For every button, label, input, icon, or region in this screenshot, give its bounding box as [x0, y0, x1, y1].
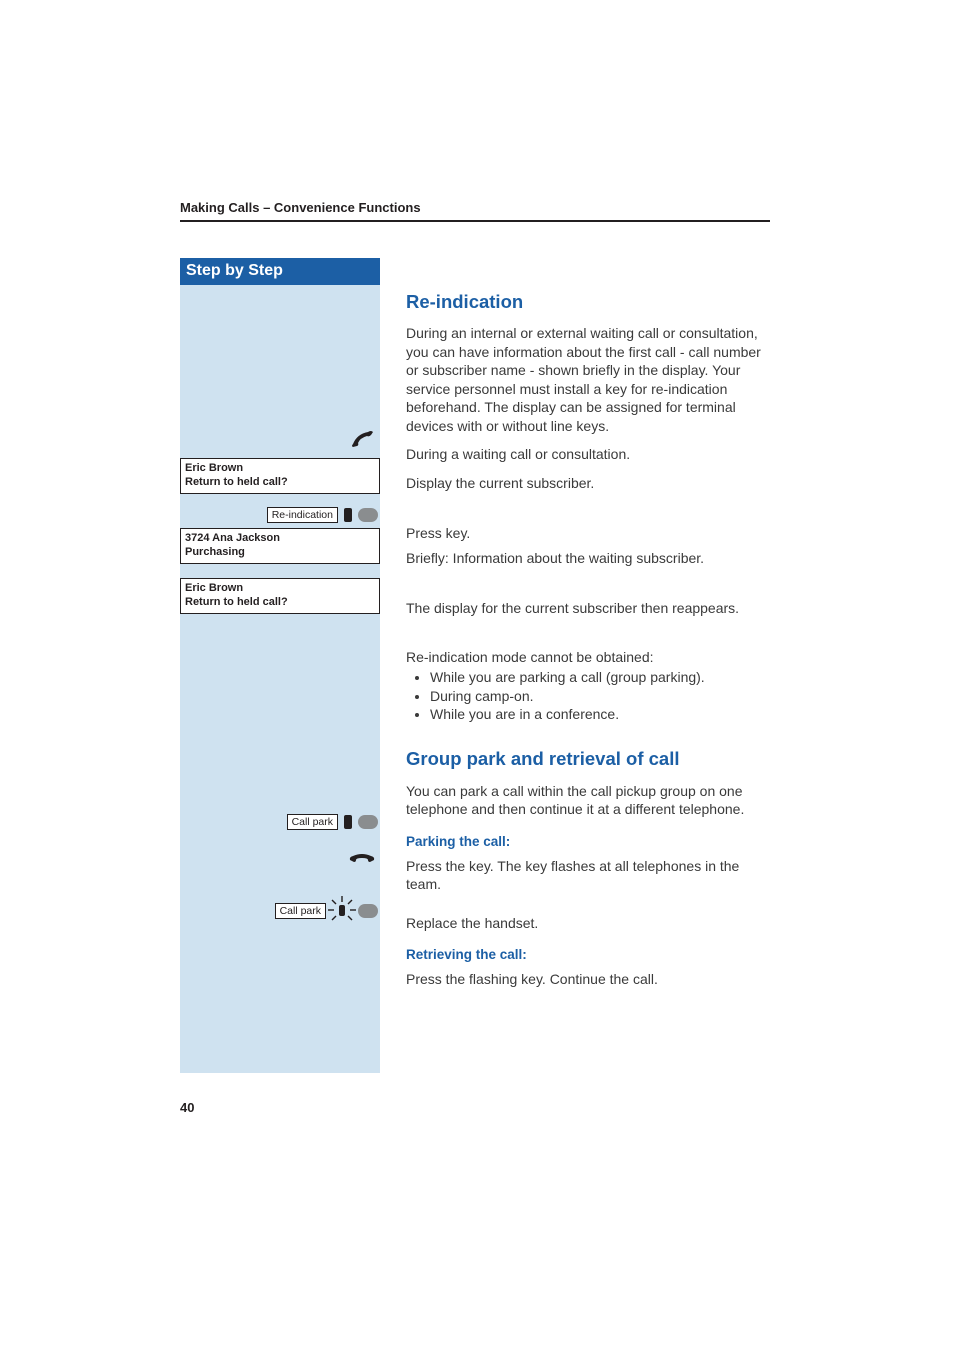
- body-text: Replace the handset.: [406, 914, 766, 932]
- led-icon: [344, 508, 352, 522]
- subheading-retrieving: Retrieving the call:: [406, 946, 766, 964]
- handset-onhook-icon: [180, 852, 380, 871]
- step-sidebar: Step by Step: [180, 258, 380, 1073]
- keycap-icon: [358, 904, 378, 918]
- body-text: During an internal or external waiting c…: [406, 324, 766, 435]
- display-line: Eric Brown: [185, 582, 375, 596]
- key-label: Call park: [287, 814, 338, 830]
- call-park-key[interactable]: Call park: [180, 814, 380, 830]
- display-line: 3724 Ana Jackson: [185, 532, 375, 546]
- key-label: Call park: [275, 903, 326, 919]
- body-text: You can park a call within the call pick…: [406, 782, 766, 819]
- running-header: Making Calls – Convenience Functions: [180, 200, 421, 215]
- list-item: While you are parking a call (group park…: [430, 668, 766, 686]
- limitation-list: While you are parking a call (group park…: [406, 668, 766, 723]
- key-label: Re-indication: [267, 507, 338, 523]
- led-flashing-icon: [332, 904, 352, 918]
- keycap-icon: [358, 508, 378, 522]
- phone-display-return: Eric Brown Return to held call?: [180, 578, 380, 614]
- display-line: Eric Brown: [185, 462, 375, 476]
- body-text: Display the current subscriber.: [406, 474, 766, 492]
- led-icon: [344, 815, 352, 829]
- subheading-parking: Parking the call:: [406, 833, 766, 851]
- header-rule: [180, 220, 770, 222]
- body-text: During a waiting call or consultation.: [406, 445, 766, 463]
- display-line: Return to held call?: [185, 476, 375, 490]
- body-text: Press the key. The key flashes at all te…: [406, 857, 766, 894]
- phone-display-current: Eric Brown Return to held call?: [180, 458, 380, 494]
- phone-display-waiting: 3724 Ana Jackson Purchasing: [180, 528, 380, 564]
- sidebar-title: Step by Step: [180, 258, 380, 285]
- list-item: During camp-on.: [430, 687, 766, 705]
- body-text: The display for the current subscriber t…: [406, 599, 766, 617]
- keycap-icon: [358, 815, 378, 829]
- body-text: Press the flashing key. Continue the cal…: [406, 970, 766, 988]
- body-text: Press key.: [406, 524, 766, 542]
- display-line: Purchasing: [185, 546, 375, 560]
- body-text: Briefly: Information about the waiting s…: [406, 549, 766, 567]
- reindication-key[interactable]: Re-indication: [180, 507, 380, 523]
- section-title-grouppark: Group park and retrieval of call: [406, 747, 766, 771]
- section-title-reindication: Re-indication: [406, 290, 766, 314]
- display-line: Return to held call?: [185, 596, 375, 610]
- call-park-key-flashing[interactable]: Call park: [180, 903, 380, 919]
- body-text: Re-indication mode cannot be obtained:: [406, 648, 766, 666]
- list-item: While you are in a conference.: [430, 705, 766, 723]
- handset-offhook-icon: [180, 431, 380, 454]
- page-number: 40: [180, 1100, 194, 1115]
